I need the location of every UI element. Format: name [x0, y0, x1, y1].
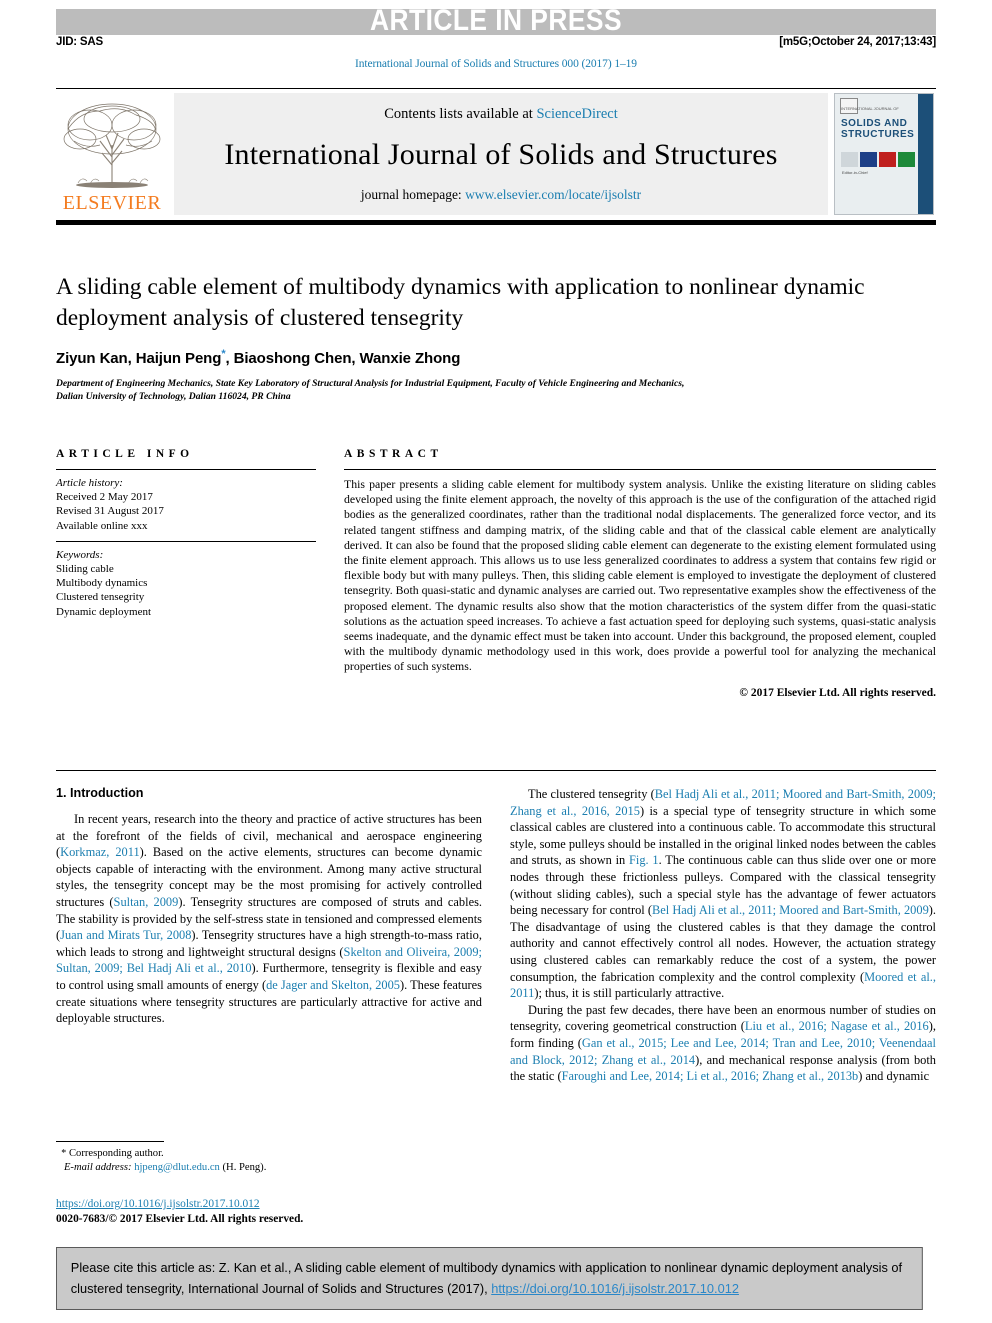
- journal-homepage-link[interactable]: www.elsevier.com/locate/ijsolstr: [465, 187, 641, 202]
- footnote-star-marker: *: [61, 1148, 67, 1159]
- contents-lists-prefix: Contents lists available at: [384, 106, 537, 122]
- affiliation: Department of Engineering Mechanics, Sta…: [56, 377, 936, 403]
- paragraph: During the past few decades, there have …: [510, 1002, 936, 1085]
- abstract-copyright: © 2017 Elsevier Ltd. All rights reserved…: [739, 686, 936, 699]
- author-names-prefix: Ziyun Kan, Haijun Peng: [56, 350, 222, 367]
- article-page: ARTICLE IN PRESS JID: SAS [m5G;October 2…: [0, 0, 992, 1323]
- footnote-rule: [56, 1141, 164, 1142]
- body-column-right: The clustered tensegrity (Bel Hadj Ali e…: [510, 786, 936, 1085]
- page-title: A sliding cable element of multibody dyn…: [56, 274, 865, 331]
- abstract-rule-top: [344, 469, 936, 470]
- cover-kicker: INTERNATIONAL JOURNAL OF: [841, 106, 899, 111]
- cover-swatch-4: [898, 152, 915, 167]
- affiliation-line-2: Dalian University of Technology, Dalian …: [56, 391, 291, 402]
- elsevier-wordmark: ELSEVIER: [62, 192, 162, 214]
- author-names-suffix: , Biaoshong Chen, Wanxie Zhong: [225, 350, 461, 367]
- journal-homepage-prefix: journal homepage:: [360, 187, 466, 202]
- elsevier-tree-icon: [60, 99, 164, 195]
- masthead-bottom-rule: [56, 220, 936, 225]
- keyword-item: Clustered tensegrity: [56, 591, 145, 604]
- contents-lists-line: Contents lists available at ScienceDirec…: [384, 106, 618, 123]
- please-cite-text: Please cite this article as: Z. Kan et a…: [70, 1260, 903, 1296]
- masthead-top-rule: [56, 88, 936, 89]
- corresponding-author-note: * Corresponding author.: [56, 1147, 482, 1161]
- cover-swatch-1: [841, 152, 858, 167]
- article-history-label: Article history:: [56, 477, 123, 489]
- issn-copyright: 0020-7683/© 2017 Elsevier Ltd. All right…: [56, 1212, 304, 1225]
- email-owner: (H. Peng).: [222, 1162, 267, 1173]
- cover-title: SOLIDS AND STRUCTURES: [841, 118, 914, 140]
- keywords-label: Keywords:: [56, 548, 104, 561]
- cover-swatch-row: [841, 152, 915, 167]
- sciencedirect-link[interactable]: ScienceDirect: [536, 106, 617, 122]
- paragraph: In recent years, research into the theor…: [56, 811, 482, 1027]
- title-block: A sliding cable element of multibody dyn…: [56, 272, 936, 403]
- abstract-column: ABSTRACT This paper presents a sliding c…: [344, 448, 936, 699]
- article-history-item: Received 2 May 2017: [56, 491, 153, 504]
- keywords-group: Keywords: Sliding cable Multibody dynami…: [56, 542, 316, 619]
- cover-title-line-1: SOLIDS AND: [841, 118, 908, 129]
- body-separator-rule: [56, 770, 936, 771]
- article-history-group: Article history: Received 2 May 2017 Rev…: [56, 470, 316, 541]
- running-head-left: JID: SAS: [56, 36, 103, 48]
- running-head-right: [m5G;October 24, 2017;13:43]: [779, 36, 936, 48]
- article-history-item: Available online xxx: [56, 519, 148, 532]
- journal-citation-line: International Journal of Solids and Stru…: [355, 58, 637, 70]
- keyword-item: Sliding cable: [56, 563, 114, 576]
- info-abstract-row: ARTICLE INFO Article history: Received 2…: [56, 448, 936, 699]
- abstract-heading: ABSTRACT: [344, 448, 443, 460]
- cover-swatch-3: [879, 152, 896, 167]
- please-cite-doi-link[interactable]: https://doi.org/10.1016/j.ijsolstr.2017.…: [491, 1281, 739, 1296]
- abstract-text: This paper presents a sliding cable elem…: [344, 477, 936, 674]
- article-info-heading: ARTICLE INFO: [56, 448, 194, 460]
- doi-link[interactable]: https://doi.org/10.1016/j.ijsolstr.2017.…: [56, 1198, 260, 1210]
- elsevier-logo: ELSEVIER: [56, 93, 168, 215]
- doi-block: https://doi.org/10.1016/j.ijsolstr.2017.…: [56, 1197, 303, 1226]
- article-history-item: Revised 31 August 2017: [56, 505, 164, 518]
- journal-masthead: ELSEVIER Contents lists available at Sci…: [56, 88, 936, 225]
- paragraph-text: The clustered tensegrity (Bel Hadj Ali e…: [510, 787, 937, 1001]
- section-heading-introduction: 1. Introduction: [56, 786, 144, 800]
- corresponding-author-text: Corresponding author.: [68, 1148, 164, 1159]
- journal-title: International Journal of Solids and Stru…: [224, 138, 778, 171]
- article-in-press-banner: ARTICLE IN PRESS: [56, 9, 936, 35]
- cover-swatch-2: [860, 152, 877, 167]
- journal-homepage-line: journal homepage: www.elsevier.com/locat…: [361, 187, 641, 203]
- cover-spine: [918, 94, 933, 214]
- keyword-item: Dynamic deployment: [56, 605, 152, 618]
- paragraph-text: In recent years, research into the theor…: [56, 812, 483, 1026]
- please-cite-box: Please cite this article as: Z. Kan et a…: [56, 1247, 923, 1310]
- journal-cover-thumbnail: INTERNATIONAL JOURNAL OF SOLIDS AND STRU…: [834, 93, 936, 215]
- article-in-press-label: ARTICLE IN PRESS: [369, 9, 623, 35]
- body-column-left: 1. Introduction In recent years, researc…: [56, 786, 482, 1085]
- cover-caption-left: Editor-in-Chief: [842, 170, 868, 175]
- cover-title-line-2: STRUCTURES: [841, 129, 915, 140]
- keyword-item: Multibody dynamics: [56, 577, 148, 590]
- email-link[interactable]: hjpeng@dlut.edu.cn: [134, 1162, 220, 1173]
- paragraph: The clustered tensegrity (Bel Hadj Ali e…: [510, 786, 936, 1002]
- body-columns: 1. Introduction In recent years, researc…: [56, 786, 936, 1085]
- paragraph-text: During the past few decades, there have …: [510, 1002, 936, 1084]
- cover-image: INTERNATIONAL JOURNAL OF SOLIDS AND STRU…: [834, 93, 934, 215]
- email-note: E-mail address: hjpeng@dlut.edu.cn (H. P…: [56, 1161, 482, 1175]
- masthead-center-panel: Contents lists available at ScienceDirec…: [174, 93, 828, 215]
- footnote-block: * Corresponding author. E-mail address: …: [56, 1141, 482, 1175]
- affiliation-line-1: Department of Engineering Mechanics, Sta…: [56, 378, 685, 389]
- email-label: E-mail address:: [63, 1162, 132, 1173]
- author-list: Ziyun Kan, Haijun Peng*, Biaoshong Chen,…: [56, 348, 936, 367]
- article-info-column: ARTICLE INFO Article history: Received 2…: [56, 448, 316, 699]
